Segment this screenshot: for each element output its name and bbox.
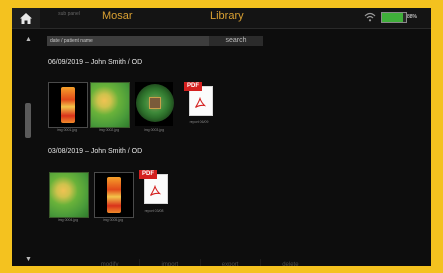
delete-button[interactable]: delete xyxy=(261,259,320,266)
thermal-strip xyxy=(61,87,75,123)
scrollbar[interactable] xyxy=(25,34,31,262)
pdf-icon[interactable]: PDF xyxy=(139,170,169,204)
acrobat-icon xyxy=(195,97,206,108)
image-thumbnail[interactable] xyxy=(49,172,89,218)
battery-fill xyxy=(382,12,404,22)
pdf-badge: PDF xyxy=(139,170,157,179)
page-title: Library xyxy=(210,10,244,22)
thumbnail-caption: img 0001.jpg xyxy=(56,128,78,132)
search-button[interactable]: search xyxy=(209,36,263,46)
group-title: 06/09/2019 – John Smith / OD xyxy=(48,59,143,66)
battery-percent: 88% xyxy=(407,14,418,20)
region-marker xyxy=(149,97,161,109)
image-thumbnail[interactable] xyxy=(94,172,134,218)
acrobat-icon xyxy=(150,185,161,196)
scroll-up-arrow-icon[interactable]: ▲ xyxy=(25,36,32,43)
wifi-icon xyxy=(364,12,376,22)
thumbnail-caption: img 0003.jpg xyxy=(143,128,165,132)
top-bar: sub panel Mosar Library 88% xyxy=(12,8,431,29)
home-icon xyxy=(20,12,32,24)
battery-indicator: 88% xyxy=(381,11,425,23)
import-button[interactable]: import xyxy=(140,259,201,266)
image-thumbnail[interactable] xyxy=(135,82,174,126)
brand-name: Mosar xyxy=(102,10,133,22)
thumbnail-caption: img 0004.jpg xyxy=(57,218,79,222)
thermal-strip xyxy=(107,177,121,213)
modify-button[interactable]: modify xyxy=(80,259,141,266)
sub-panel-label[interactable]: sub panel xyxy=(50,11,88,17)
thumbnail-caption: img 0005.jpg xyxy=(102,218,124,222)
thumbnail-caption: img 0002.jpg xyxy=(98,128,120,132)
group-title: 03/08/2019 – John Smith / OD xyxy=(48,148,143,155)
export-button[interactable]: export xyxy=(201,259,261,266)
image-thumbnail[interactable] xyxy=(90,82,130,128)
battery-icon xyxy=(381,11,407,23)
search-input[interactable] xyxy=(47,36,213,46)
scrollbar-thumb[interactable] xyxy=(25,103,31,138)
home-button[interactable] xyxy=(12,8,40,28)
thumbnail-caption: report 03/08 xyxy=(144,209,164,213)
pdf-badge: PDF xyxy=(184,82,202,91)
image-thumbnail[interactable] xyxy=(48,82,88,128)
app-screen: sub panel Mosar Library 88% ▲ ▼ search 0… xyxy=(12,8,431,266)
device-bezel: sub panel Mosar Library 88% ▲ ▼ search 0… xyxy=(0,0,443,273)
thumbnail-caption: report 06/09 xyxy=(189,120,209,124)
scroll-down-arrow-icon[interactable]: ▼ xyxy=(25,256,32,263)
bottom-toolbar: modify import export delete xyxy=(80,259,320,266)
pdf-icon[interactable]: PDF xyxy=(184,82,214,116)
